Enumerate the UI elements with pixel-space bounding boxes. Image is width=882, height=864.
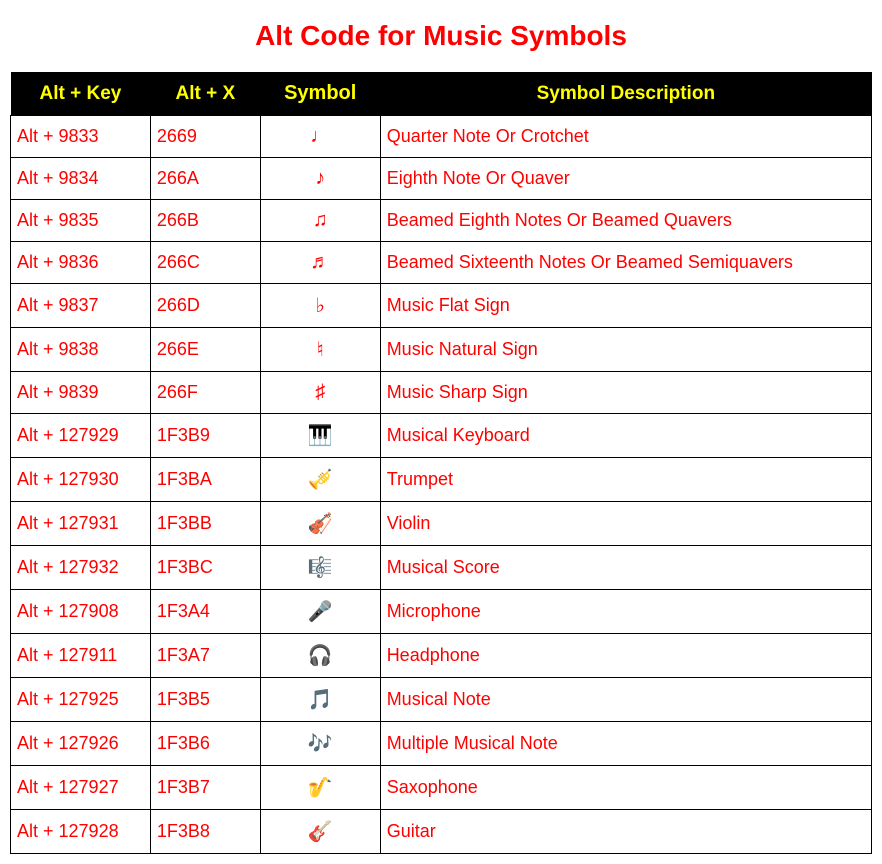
cell-altx: 2669 (150, 116, 260, 158)
cell-altkey: Alt + 9833 (11, 116, 151, 158)
cell-symbol: ♭ (260, 284, 380, 328)
cell-description: Multiple Musical Note (380, 722, 871, 766)
cell-altkey: Alt + 127931 (11, 502, 151, 546)
cell-altkey: Alt + 127908 (11, 590, 151, 634)
table-row: Alt + 1279321F3BC🎼Musical Score (11, 546, 872, 590)
cell-description: Musical Note (380, 678, 871, 722)
cell-altkey: Alt + 127929 (11, 414, 151, 458)
cell-symbol: 🎺 (260, 458, 380, 502)
table-row: Alt + 9835266B♫Beamed Eighth Notes Or Be… (11, 200, 872, 242)
table-row: Alt + 1279311F3BB🎻Violin (11, 502, 872, 546)
table-row: Alt + 1279251F3B5🎵Musical Note (11, 678, 872, 722)
table-header-row: Alt + Key Alt + X Symbol Symbol Descript… (11, 72, 872, 116)
cell-altx: 266A (150, 158, 260, 200)
cell-description: Violin (380, 502, 871, 546)
cell-symbol: 🎵 (260, 678, 380, 722)
cell-altx: 1F3A4 (150, 590, 260, 634)
page-title: Alt Code for Music Symbols (10, 20, 872, 52)
cell-altx: 1F3B7 (150, 766, 260, 810)
table-row: Alt + 1279291F3B9🎹Musical Keyboard (11, 414, 872, 458)
table-row: Alt + 9836266C♬Beamed Sixteenth Notes Or… (11, 242, 872, 284)
cell-altkey: Alt + 127911 (11, 634, 151, 678)
cell-symbol: ♪ (260, 158, 380, 200)
cell-altkey: Alt + 127932 (11, 546, 151, 590)
cell-altx: 1F3B9 (150, 414, 260, 458)
cell-altkey: Alt + 9838 (11, 328, 151, 372)
column-header-altkey: Alt + Key (11, 72, 151, 116)
cell-altkey: Alt + 127926 (11, 722, 151, 766)
cell-altx: 1F3BB (150, 502, 260, 546)
cell-altx: 1F3BA (150, 458, 260, 502)
cell-description: Music Flat Sign (380, 284, 871, 328)
cell-altkey: Alt + 9839 (11, 372, 151, 414)
cell-altx: 266D (150, 284, 260, 328)
table-row: Alt + 1279281F3B8🎸Guitar (11, 810, 872, 854)
cell-altx: 1F3B6 (150, 722, 260, 766)
table-row: Alt + 98332669♩Quarter Note Or Crotchet (11, 116, 872, 158)
cell-symbol: 🎶 (260, 722, 380, 766)
cell-description: Musical Keyboard (380, 414, 871, 458)
cell-altkey: Alt + 127925 (11, 678, 151, 722)
column-header-description: Symbol Description (380, 72, 871, 116)
cell-description: Eighth Note Or Quaver (380, 158, 871, 200)
cell-altkey: Alt + 9837 (11, 284, 151, 328)
cell-altkey: Alt + 9835 (11, 200, 151, 242)
cell-description: Music Natural Sign (380, 328, 871, 372)
cell-symbol: ♩ (260, 116, 380, 158)
column-header-altx: Alt + X (150, 72, 260, 116)
cell-altkey: Alt + 127930 (11, 458, 151, 502)
cell-description: Quarter Note Or Crotchet (380, 116, 871, 158)
cell-altkey: Alt + 127928 (11, 810, 151, 854)
cell-altx: 1F3B5 (150, 678, 260, 722)
table-row: Alt + 9834266A♪Eighth Note Or Quaver (11, 158, 872, 200)
cell-altx: 1F3BC (150, 546, 260, 590)
cell-altkey: Alt + 9834 (11, 158, 151, 200)
cell-altx: 1F3B8 (150, 810, 260, 854)
cell-description: Saxophone (380, 766, 871, 810)
cell-symbol: 🎧 (260, 634, 380, 678)
cell-symbol: 🎻 (260, 502, 380, 546)
cell-description: Musical Score (380, 546, 871, 590)
cell-description: Headphone (380, 634, 871, 678)
table-row: Alt + 1279261F3B6🎶Multiple Musical Note (11, 722, 872, 766)
cell-symbol: ♮ (260, 328, 380, 372)
table-row: Alt + 1279081F3A4🎤Microphone (11, 590, 872, 634)
cell-symbol: ♬ (260, 242, 380, 284)
column-header-symbol: Symbol (260, 72, 380, 116)
cell-altx: 266F (150, 372, 260, 414)
table-row: Alt + 1279111F3A7🎧Headphone (11, 634, 872, 678)
cell-description: Music Sharp Sign (380, 372, 871, 414)
alt-code-table: Alt + Key Alt + X Symbol Symbol Descript… (10, 72, 872, 854)
cell-altkey: Alt + 127927 (11, 766, 151, 810)
cell-altx: 266C (150, 242, 260, 284)
cell-symbol: 🎹 (260, 414, 380, 458)
cell-symbol: 🎷 (260, 766, 380, 810)
cell-symbol: ♫ (260, 200, 380, 242)
table-row: Alt + 9839266F♯Music Sharp Sign (11, 372, 872, 414)
cell-symbol: ♯ (260, 372, 380, 414)
cell-description: Trumpet (380, 458, 871, 502)
table-row: Alt + 1279271F3B7🎷Saxophone (11, 766, 872, 810)
cell-altkey: Alt + 9836 (11, 242, 151, 284)
table-row: Alt + 9838266E♮Music Natural Sign (11, 328, 872, 372)
table-row: Alt + 9837266D♭Music Flat Sign (11, 284, 872, 328)
cell-altx: 266E (150, 328, 260, 372)
cell-symbol: 🎸 (260, 810, 380, 854)
cell-altx: 1F3A7 (150, 634, 260, 678)
cell-altx: 266B (150, 200, 260, 242)
cell-symbol: 🎼 (260, 546, 380, 590)
cell-description: Beamed Eighth Notes Or Beamed Quavers (380, 200, 871, 242)
cell-description: Beamed Sixteenth Notes Or Beamed Semiqua… (380, 242, 871, 284)
cell-symbol: 🎤 (260, 590, 380, 634)
table-row: Alt + 1279301F3BA🎺Trumpet (11, 458, 872, 502)
cell-description: Microphone (380, 590, 871, 634)
cell-description: Guitar (380, 810, 871, 854)
